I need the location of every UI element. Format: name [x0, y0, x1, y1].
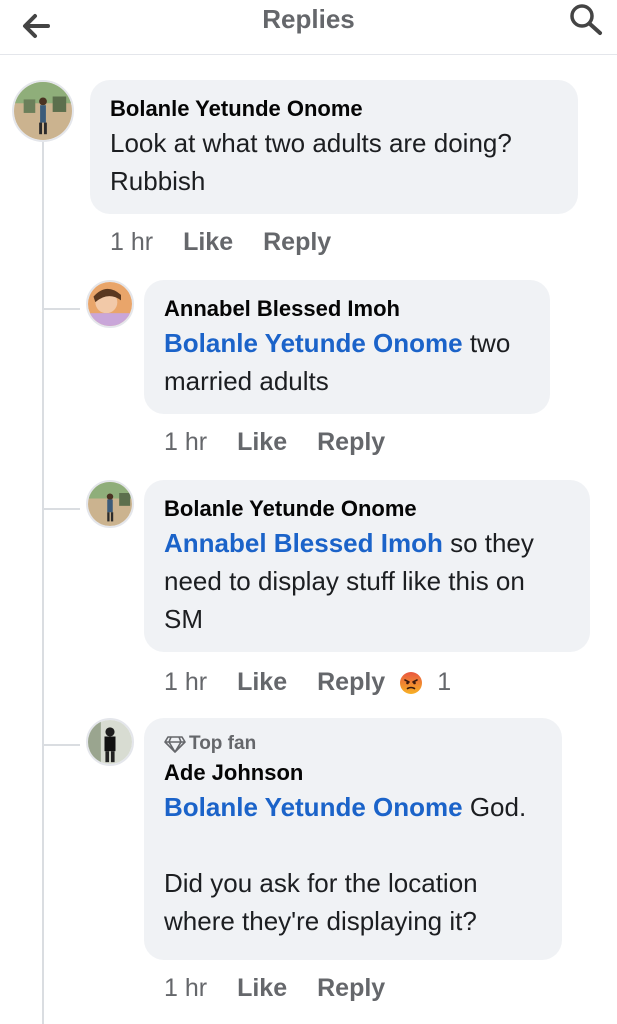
like-button[interactable]: Like — [183, 228, 233, 257]
mention-link[interactable]: Bolanle Yetunde Onome — [164, 792, 463, 822]
reply-bubble[interactable]: Bolanle Yetunde Onome Annabel Blessed Im… — [144, 480, 590, 652]
avatar[interactable] — [86, 718, 134, 766]
comment-bubble[interactable]: Bolanle Yetunde Onome Look at what two a… — [90, 80, 578, 214]
comment-time[interactable]: 1 hr — [110, 228, 153, 257]
comment-text: Did you ask for the location — [164, 868, 478, 898]
reply-button[interactable]: Reply — [317, 668, 385, 697]
comment-actions: 1 hr Like Reply — [164, 428, 415, 457]
comment-text-part: two — [462, 328, 511, 358]
comment-text: where they're displaying it? — [164, 906, 477, 936]
comment-author[interactable]: Bolanle Yetunde Onome — [110, 96, 558, 122]
search-icon[interactable] — [565, 0, 605, 36]
top-bar: Replies — [0, 0, 617, 55]
like-button[interactable]: Like — [237, 428, 287, 457]
comment-author[interactable]: Ade Johnson — [164, 760, 542, 786]
mention-link[interactable]: Annabel Blessed Imoh — [164, 528, 443, 558]
reply-button[interactable]: Reply — [317, 974, 385, 1003]
comment-text-part: God. — [462, 792, 527, 822]
comment-text: Annabel Blessed Imoh so they — [164, 524, 570, 562]
reaction-count: 1 — [437, 668, 452, 696]
reply-button[interactable]: Reply — [317, 428, 385, 457]
top-fan-label: Top fan — [189, 733, 257, 754]
comment-text: need to display stuff like this on — [164, 566, 525, 596]
comment-text: Rubbish — [110, 166, 206, 196]
like-button[interactable]: Like — [237, 974, 287, 1003]
reply-bubble[interactable]: Annabel Blessed Imoh Bolanle Yetunde Ono… — [144, 280, 550, 414]
avatar[interactable] — [12, 80, 74, 142]
reply-connector — [42, 508, 80, 510]
comment-text: Bolanle Yetunde Onome God. — [164, 788, 542, 826]
comment-time[interactable]: 1 hr — [164, 428, 207, 457]
top-fan-badge: Top fan — [164, 732, 542, 756]
like-button[interactable]: Like — [237, 668, 287, 697]
comment-text: SM — [164, 604, 203, 634]
comment-author[interactable]: Annabel Blessed Imoh — [164, 296, 530, 322]
thread-line — [42, 140, 44, 1024]
mention-link[interactable]: Bolanle Yetunde Onome — [164, 328, 463, 358]
reaction-summary[interactable]: 1 — [399, 668, 451, 697]
comment-text: Bolanle Yetunde Onome two — [164, 324, 530, 362]
comment-text-part: so they — [442, 528, 534, 558]
comment-time[interactable]: 1 hr — [164, 974, 207, 1003]
reply-connector — [42, 308, 80, 310]
reply-button[interactable]: Reply — [263, 228, 331, 257]
avatar[interactable] — [86, 480, 134, 528]
comment-author[interactable]: Bolanle Yetunde Onome — [164, 496, 570, 522]
comment-actions: 1 hr Like Reply 1 — [164, 668, 451, 697]
comment-actions: 1 hr Like Reply — [164, 974, 415, 1003]
comment-time[interactable]: 1 hr — [164, 668, 207, 697]
reply-connector — [42, 744, 80, 746]
page-title: Replies — [262, 4, 355, 34]
diamond-icon — [164, 736, 186, 753]
reply-bubble[interactable]: Top fan Ade Johnson Bolanle Yetunde Onom… — [144, 718, 562, 960]
angry-emoji-icon — [400, 671, 423, 694]
comment-actions: 1 hr Like Reply — [110, 228, 361, 257]
comment-text: married adults — [164, 366, 329, 396]
avatar[interactable] — [86, 280, 134, 328]
comment-text: Look at what two adults are doing? — [110, 128, 512, 158]
